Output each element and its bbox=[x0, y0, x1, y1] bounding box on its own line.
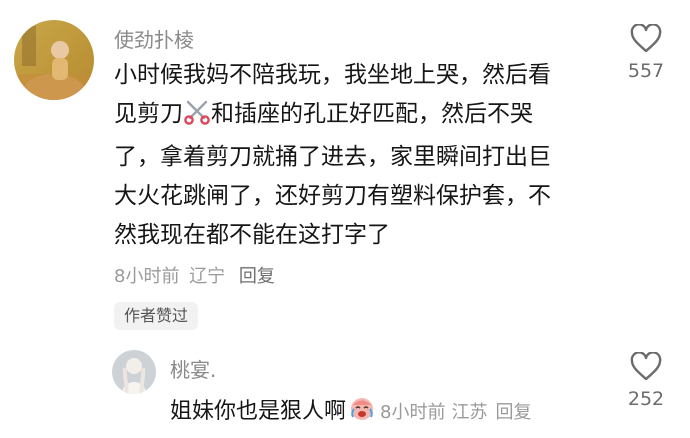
reply-reply-button[interactable]: 回复 bbox=[495, 402, 531, 423]
crying-laugh-icon bbox=[348, 394, 376, 426]
reply-text: 姐妹你也是狠人啊 bbox=[170, 399, 347, 424]
reply-location: 江苏 bbox=[451, 402, 488, 423]
reply-username[interactable]: 桃宴. bbox=[170, 354, 216, 383]
reply-like-count: 252 bbox=[627, 388, 665, 410]
heart-icon[interactable] bbox=[630, 351, 662, 386]
comment-text-line: 大火花跳闸了，还好剪刀有塑料保护套，不 bbox=[114, 183, 551, 209]
comment-text: 小时候我妈不陪我玩，我坐地上哭，然后看 见剪刀 和插座的孔正好匹配，然后不哭 了… bbox=[114, 56, 604, 255]
comment-text-segment: 和插座的孔正好匹配，然后不哭 bbox=[211, 101, 533, 127]
reply-body: 姐妹你也是狠人啊 8小时前 江苏 回复 bbox=[170, 392, 531, 431]
comment-username[interactable]: 使劲扑棱 bbox=[114, 24, 194, 53]
heart-icon[interactable] bbox=[630, 23, 662, 58]
like-button[interactable]: 557 bbox=[616, 23, 676, 82]
comment-text-line: 小时候我妈不陪我玩，我坐地上哭，然后看 bbox=[114, 62, 551, 88]
author-liked-badge: 作者赞过 bbox=[114, 302, 199, 330]
reply-time: 8小时前 bbox=[380, 402, 446, 423]
comment-location: 辽宁 bbox=[189, 266, 226, 287]
comment-text-line: 然我现在都不能在这打字了 bbox=[114, 222, 390, 248]
comment-text-line: 见剪刀 和插座的孔正好匹配，然后不哭 bbox=[114, 95, 604, 138]
reply-button[interactable]: 回复 bbox=[239, 266, 275, 287]
reply-avatar[interactable] bbox=[112, 350, 156, 394]
reply-like-button[interactable]: 252 bbox=[616, 351, 676, 410]
comment-text-segment: 见剪刀 bbox=[114, 101, 183, 127]
comment-text-line: 了，拿着剪刀就捅了进去，家里瞬间打出巨 bbox=[114, 144, 551, 170]
comment-time: 8小时前 bbox=[114, 266, 180, 287]
comment-meta: 8小时前 辽宁 回复 bbox=[114, 262, 275, 288]
scissors-icon bbox=[183, 99, 211, 138]
avatar[interactable] bbox=[14, 20, 94, 100]
like-count: 557 bbox=[627, 60, 665, 82]
